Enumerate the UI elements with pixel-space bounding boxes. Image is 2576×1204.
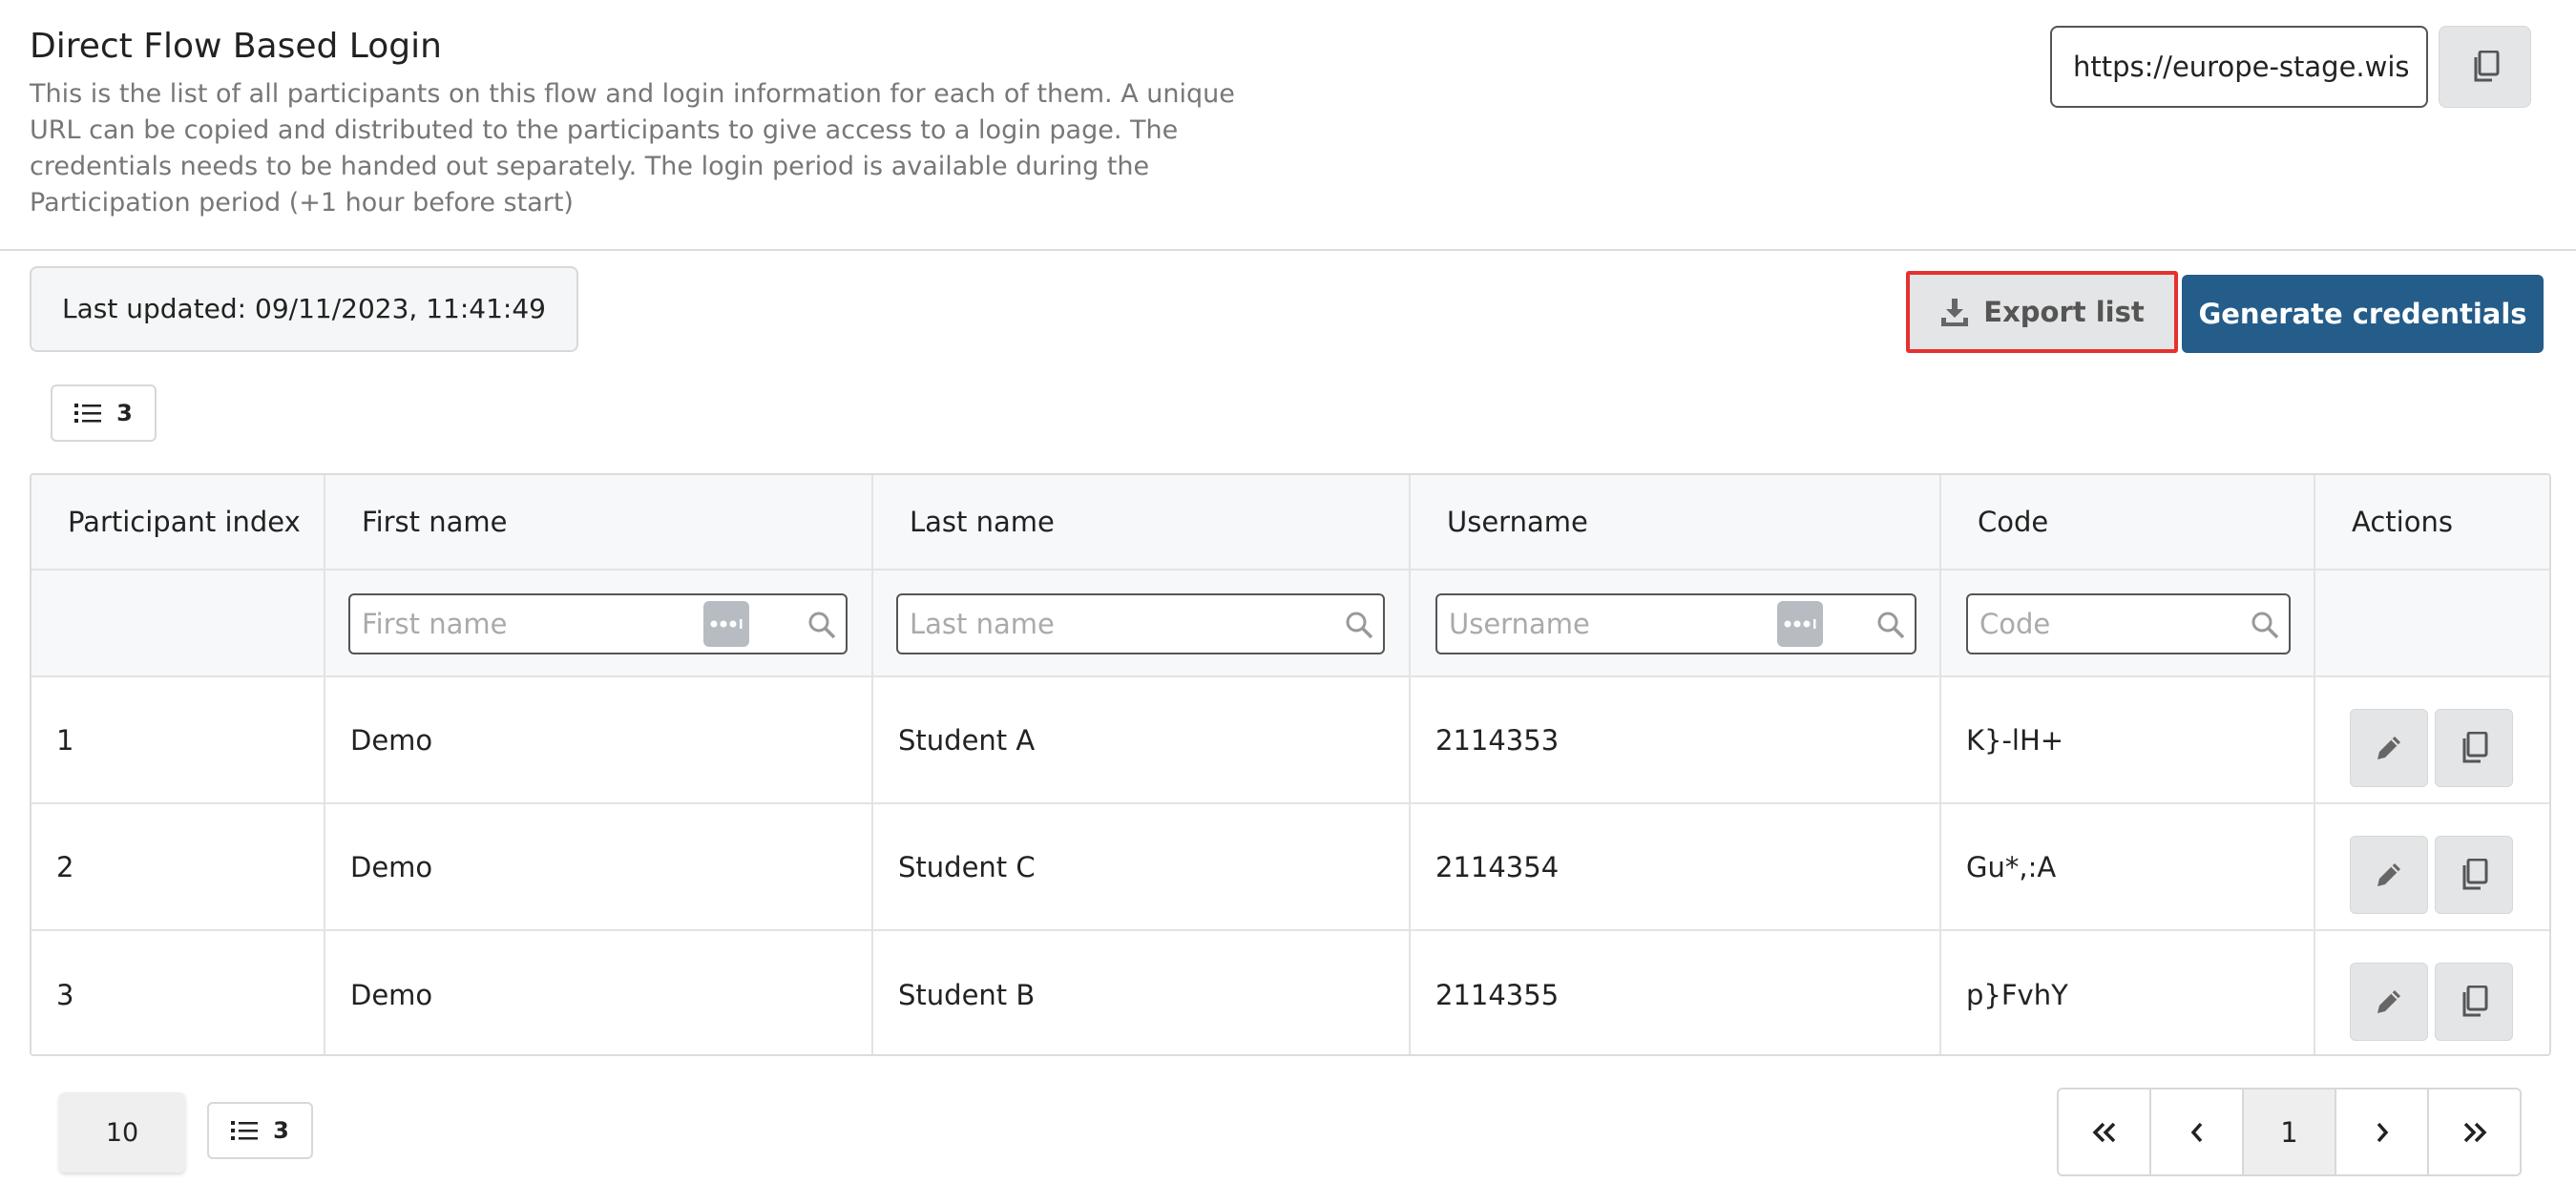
pencil-icon xyxy=(2377,990,2400,1013)
column-count: 3 xyxy=(116,400,133,426)
column-toggle-top[interactable]: 3 xyxy=(51,384,157,442)
column-header-first-name[interactable]: First name xyxy=(325,475,873,569)
username-filter-input[interactable]: Username xyxy=(1435,593,1916,654)
column-header-code[interactable]: Code xyxy=(1941,475,2315,569)
column-header-index[interactable]: Participant index xyxy=(31,475,325,569)
double-chevron-right-icon xyxy=(2463,1122,2486,1142)
copy-icon xyxy=(2462,986,2488,1017)
last-name-filter-input[interactable]: Last name xyxy=(896,593,1385,654)
header-divider xyxy=(0,249,2576,251)
participant-index: 2 xyxy=(31,804,325,929)
login-url-field[interactable]: https://europe-stage.wis xyxy=(2050,26,2428,108)
code-cell: Gu*,:A xyxy=(1941,804,2315,929)
copy-credentials-button[interactable] xyxy=(2435,836,2513,914)
filter-cell-username: Username xyxy=(1411,571,1941,675)
list-icon xyxy=(74,404,102,423)
search-icon xyxy=(1877,612,1905,639)
filter-cell-index xyxy=(31,571,325,675)
generate-credentials-button[interactable]: Generate credentials xyxy=(2182,275,2544,353)
table-row: 2 Demo Student C 2114354 Gu*,:A xyxy=(31,804,2549,931)
participants-table: Participant index First name Last name U… xyxy=(30,473,2551,1056)
column-toggle-bottom[interactable]: 3 xyxy=(207,1102,313,1159)
search-icon xyxy=(2251,612,2279,639)
actions-cell xyxy=(2315,804,2549,929)
export-list-button[interactable]: Export list xyxy=(1906,271,2178,353)
page-description: This is the list of all participants on … xyxy=(30,79,1235,218)
last-page-button[interactable] xyxy=(2429,1090,2520,1174)
edit-button[interactable] xyxy=(2350,963,2428,1041)
search-icon xyxy=(1346,612,1373,639)
username-filter-placeholder: Username xyxy=(1449,608,1590,640)
actions-cell xyxy=(2315,677,2549,802)
search-icon xyxy=(808,612,836,639)
pencil-icon xyxy=(2377,737,2400,759)
filter-cell-first-name: First name xyxy=(325,571,873,675)
column-header-last-name[interactable]: Last name xyxy=(873,475,1411,569)
pagination: 1 xyxy=(2057,1088,2522,1176)
list-icon xyxy=(231,1121,259,1140)
copy-icon xyxy=(2462,859,2488,890)
download-icon xyxy=(1941,299,1969,326)
pencil-icon xyxy=(2377,863,2400,886)
edit-button[interactable] xyxy=(2350,836,2428,914)
username-cell: 2114353 xyxy=(1411,677,1941,802)
last-name-cell: Student A xyxy=(873,677,1411,802)
page-title: Direct Flow Based Login xyxy=(30,27,442,66)
double-chevron-left-icon xyxy=(2092,1122,2115,1142)
last-updated-badge: Last updated: 09/11/2023, 11:41:49 xyxy=(30,266,578,352)
filter-cell-last-name: Last name xyxy=(873,571,1411,675)
copy-credentials-button[interactable] xyxy=(2435,963,2513,1041)
password-dots-icon[interactable] xyxy=(1777,601,1823,647)
username-cell: 2114354 xyxy=(1411,804,1941,929)
copy-credentials-button[interactable] xyxy=(2435,709,2513,787)
edit-button[interactable] xyxy=(2350,709,2428,787)
username-cell: 2114355 xyxy=(1411,931,1941,1054)
column-header-actions: Actions xyxy=(2352,506,2453,538)
export-list-label: Export list xyxy=(1983,296,2145,328)
next-page-button[interactable] xyxy=(2336,1090,2429,1174)
page-size-select[interactable]: 10 xyxy=(59,1092,185,1173)
password-dots-icon[interactable] xyxy=(703,601,749,647)
filter-cell-code: Code xyxy=(1941,571,2315,675)
copy-icon xyxy=(2462,732,2488,763)
column-count: 3 xyxy=(273,1117,289,1144)
actions-cell xyxy=(2315,931,2549,1054)
table-filter-row: First name Last name Username Code xyxy=(31,571,2549,677)
last-name-filter-placeholder: Last name xyxy=(910,608,1055,640)
last-name-cell: Student B xyxy=(873,931,1411,1054)
first-page-button[interactable] xyxy=(2059,1090,2151,1174)
participant-index: 3 xyxy=(31,931,325,1054)
table-header-row: Participant index First name Last name U… xyxy=(31,475,2549,571)
code-filter-input[interactable]: Code xyxy=(1966,593,2291,654)
first-name-cell: Demo xyxy=(325,931,873,1054)
last-name-cell: Student C xyxy=(873,804,1411,929)
code-cell: K}-lH+ xyxy=(1941,677,2315,802)
filter-cell-actions xyxy=(2315,571,2549,675)
participant-index: 1 xyxy=(31,677,325,802)
first-name-filter-input[interactable]: First name xyxy=(348,593,848,654)
copy-icon xyxy=(2474,51,2499,82)
first-name-cell: Demo xyxy=(325,804,873,929)
first-name-filter-placeholder: First name xyxy=(362,608,508,640)
code-filter-placeholder: Code xyxy=(1979,608,2051,640)
chevron-left-icon xyxy=(2190,1122,2202,1142)
column-header-username[interactable]: Username xyxy=(1411,475,1941,569)
table-row: 1 Demo Student A 2114353 K}-lH+ xyxy=(31,677,2549,804)
code-cell: p}FvhY xyxy=(1941,931,2315,1054)
table-row: 3 Demo Student B 2114355 p}FvhY xyxy=(31,931,2549,1054)
previous-page-button[interactable] xyxy=(2151,1090,2244,1174)
copy-url-button[interactable] xyxy=(2439,26,2531,108)
first-name-cell: Demo xyxy=(325,677,873,802)
chevron-right-icon xyxy=(2377,1122,2388,1142)
current-page-button[interactable]: 1 xyxy=(2244,1090,2336,1174)
